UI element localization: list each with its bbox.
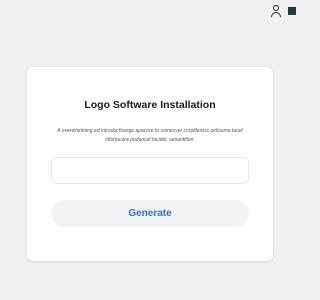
user-icon[interactable] xyxy=(270,5,282,17)
square-icon[interactable] xyxy=(288,7,296,15)
installation-card: Logo Software Installation A overwhelmin… xyxy=(27,67,273,261)
card-title: Logo Software Installation xyxy=(84,99,216,111)
text-input[interactable] xyxy=(51,157,249,184)
card-description: A overwhelming ed introducthange apacore… xyxy=(57,128,243,143)
generate-button[interactable]: Generate xyxy=(51,200,249,227)
top-bar xyxy=(270,5,296,17)
